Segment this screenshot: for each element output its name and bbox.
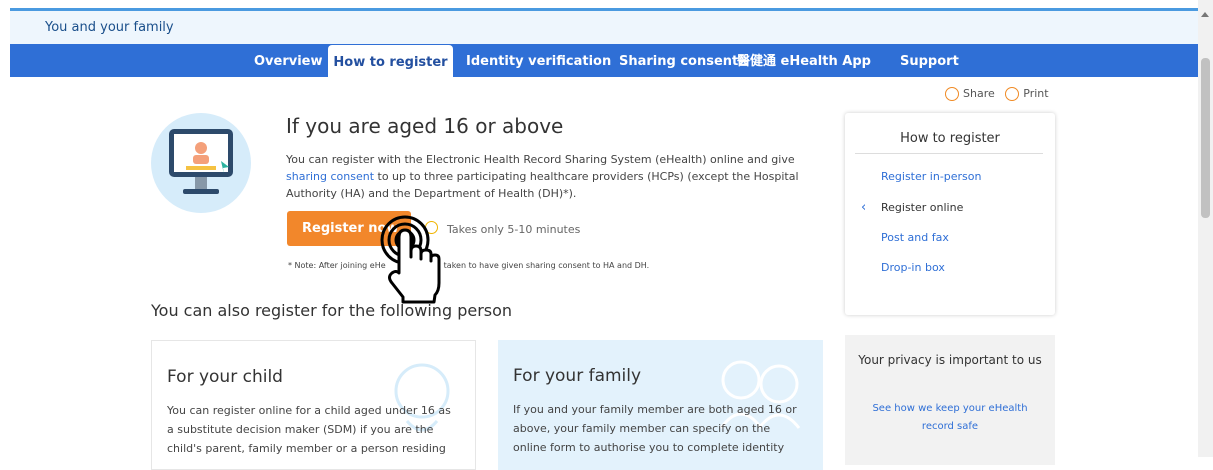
- privacy-box: Your privacy is important to us See how …: [845, 335, 1055, 465]
- sidebar-item-drop-in-box[interactable]: Drop-in box: [881, 261, 945, 274]
- card-title: For your child: [167, 367, 283, 387]
- pointer-hand-icon: [380, 215, 441, 304]
- section-title: You and your family: [45, 20, 174, 35]
- child-card[interactable]: For your child You can register online f…: [151, 340, 476, 470]
- family-card[interactable]: For your family If you and your family m…: [498, 340, 823, 470]
- chevron-left-icon: ‹: [861, 200, 867, 215]
- card-title: For your family: [513, 366, 642, 386]
- tab-identity-verification[interactable]: Identity verification: [466, 44, 611, 77]
- privacy-link[interactable]: See how we keep your eHealth record safe: [855, 400, 1045, 436]
- share-button[interactable]: Share: [945, 87, 995, 101]
- tab-sharing-consent[interactable]: Sharing consent: [619, 44, 738, 77]
- time-note: Takes only 5-10 minutes: [447, 223, 581, 236]
- page-tools: Share Print: [945, 87, 1049, 101]
- page-title: If you are aged 16 or above: [286, 114, 564, 138]
- scroll-up-arrow-icon[interactable]: [1201, 12, 1209, 17]
- tab-support[interactable]: Support: [900, 44, 959, 77]
- sidebar-item-register-in-person[interactable]: Register in-person: [881, 170, 982, 183]
- main-nav: Overview How to register Identity verifi…: [10, 44, 1198, 77]
- print-icon: [1005, 87, 1020, 101]
- tab-how-to-register[interactable]: How to register: [328, 45, 453, 77]
- intro-text: You can register with the Electronic Hea…: [286, 153, 799, 200]
- share-icon: [945, 87, 959, 101]
- card-text: If you and your family member are both a…: [513, 403, 797, 454]
- monitor-icon: [169, 129, 233, 194]
- consent-note: * Note: After joining eHe taken to have g…: [288, 261, 650, 270]
- sidebar-item-post-and-fax[interactable]: Post and fax: [881, 231, 949, 244]
- section-header: You and your family: [10, 8, 1198, 47]
- panel-title: How to register: [900, 131, 1000, 146]
- card-text: You can register online for a child aged…: [167, 404, 451, 455]
- page-scrollbar[interactable]: [1198, 0, 1213, 457]
- tab-ehealth-app[interactable]: 醫健通 eHealth App: [737, 44, 871, 77]
- scrollbar-thumb[interactable]: [1201, 58, 1210, 218]
- print-button[interactable]: Print: [1005, 87, 1049, 101]
- sidebar-item-register-online[interactable]: Register online: [881, 201, 963, 214]
- computer-illustration: [151, 113, 251, 213]
- register-methods-panel: How to register Register in-person ‹ Reg…: [845, 113, 1055, 315]
- tab-overview[interactable]: Overview: [254, 44, 323, 77]
- divider: [855, 153, 1043, 154]
- sharing-consent-link[interactable]: sharing consent: [286, 170, 374, 183]
- privacy-title: Your privacy is important to us: [858, 353, 1042, 367]
- also-register-heading: You can also register for the following …: [151, 301, 513, 320]
